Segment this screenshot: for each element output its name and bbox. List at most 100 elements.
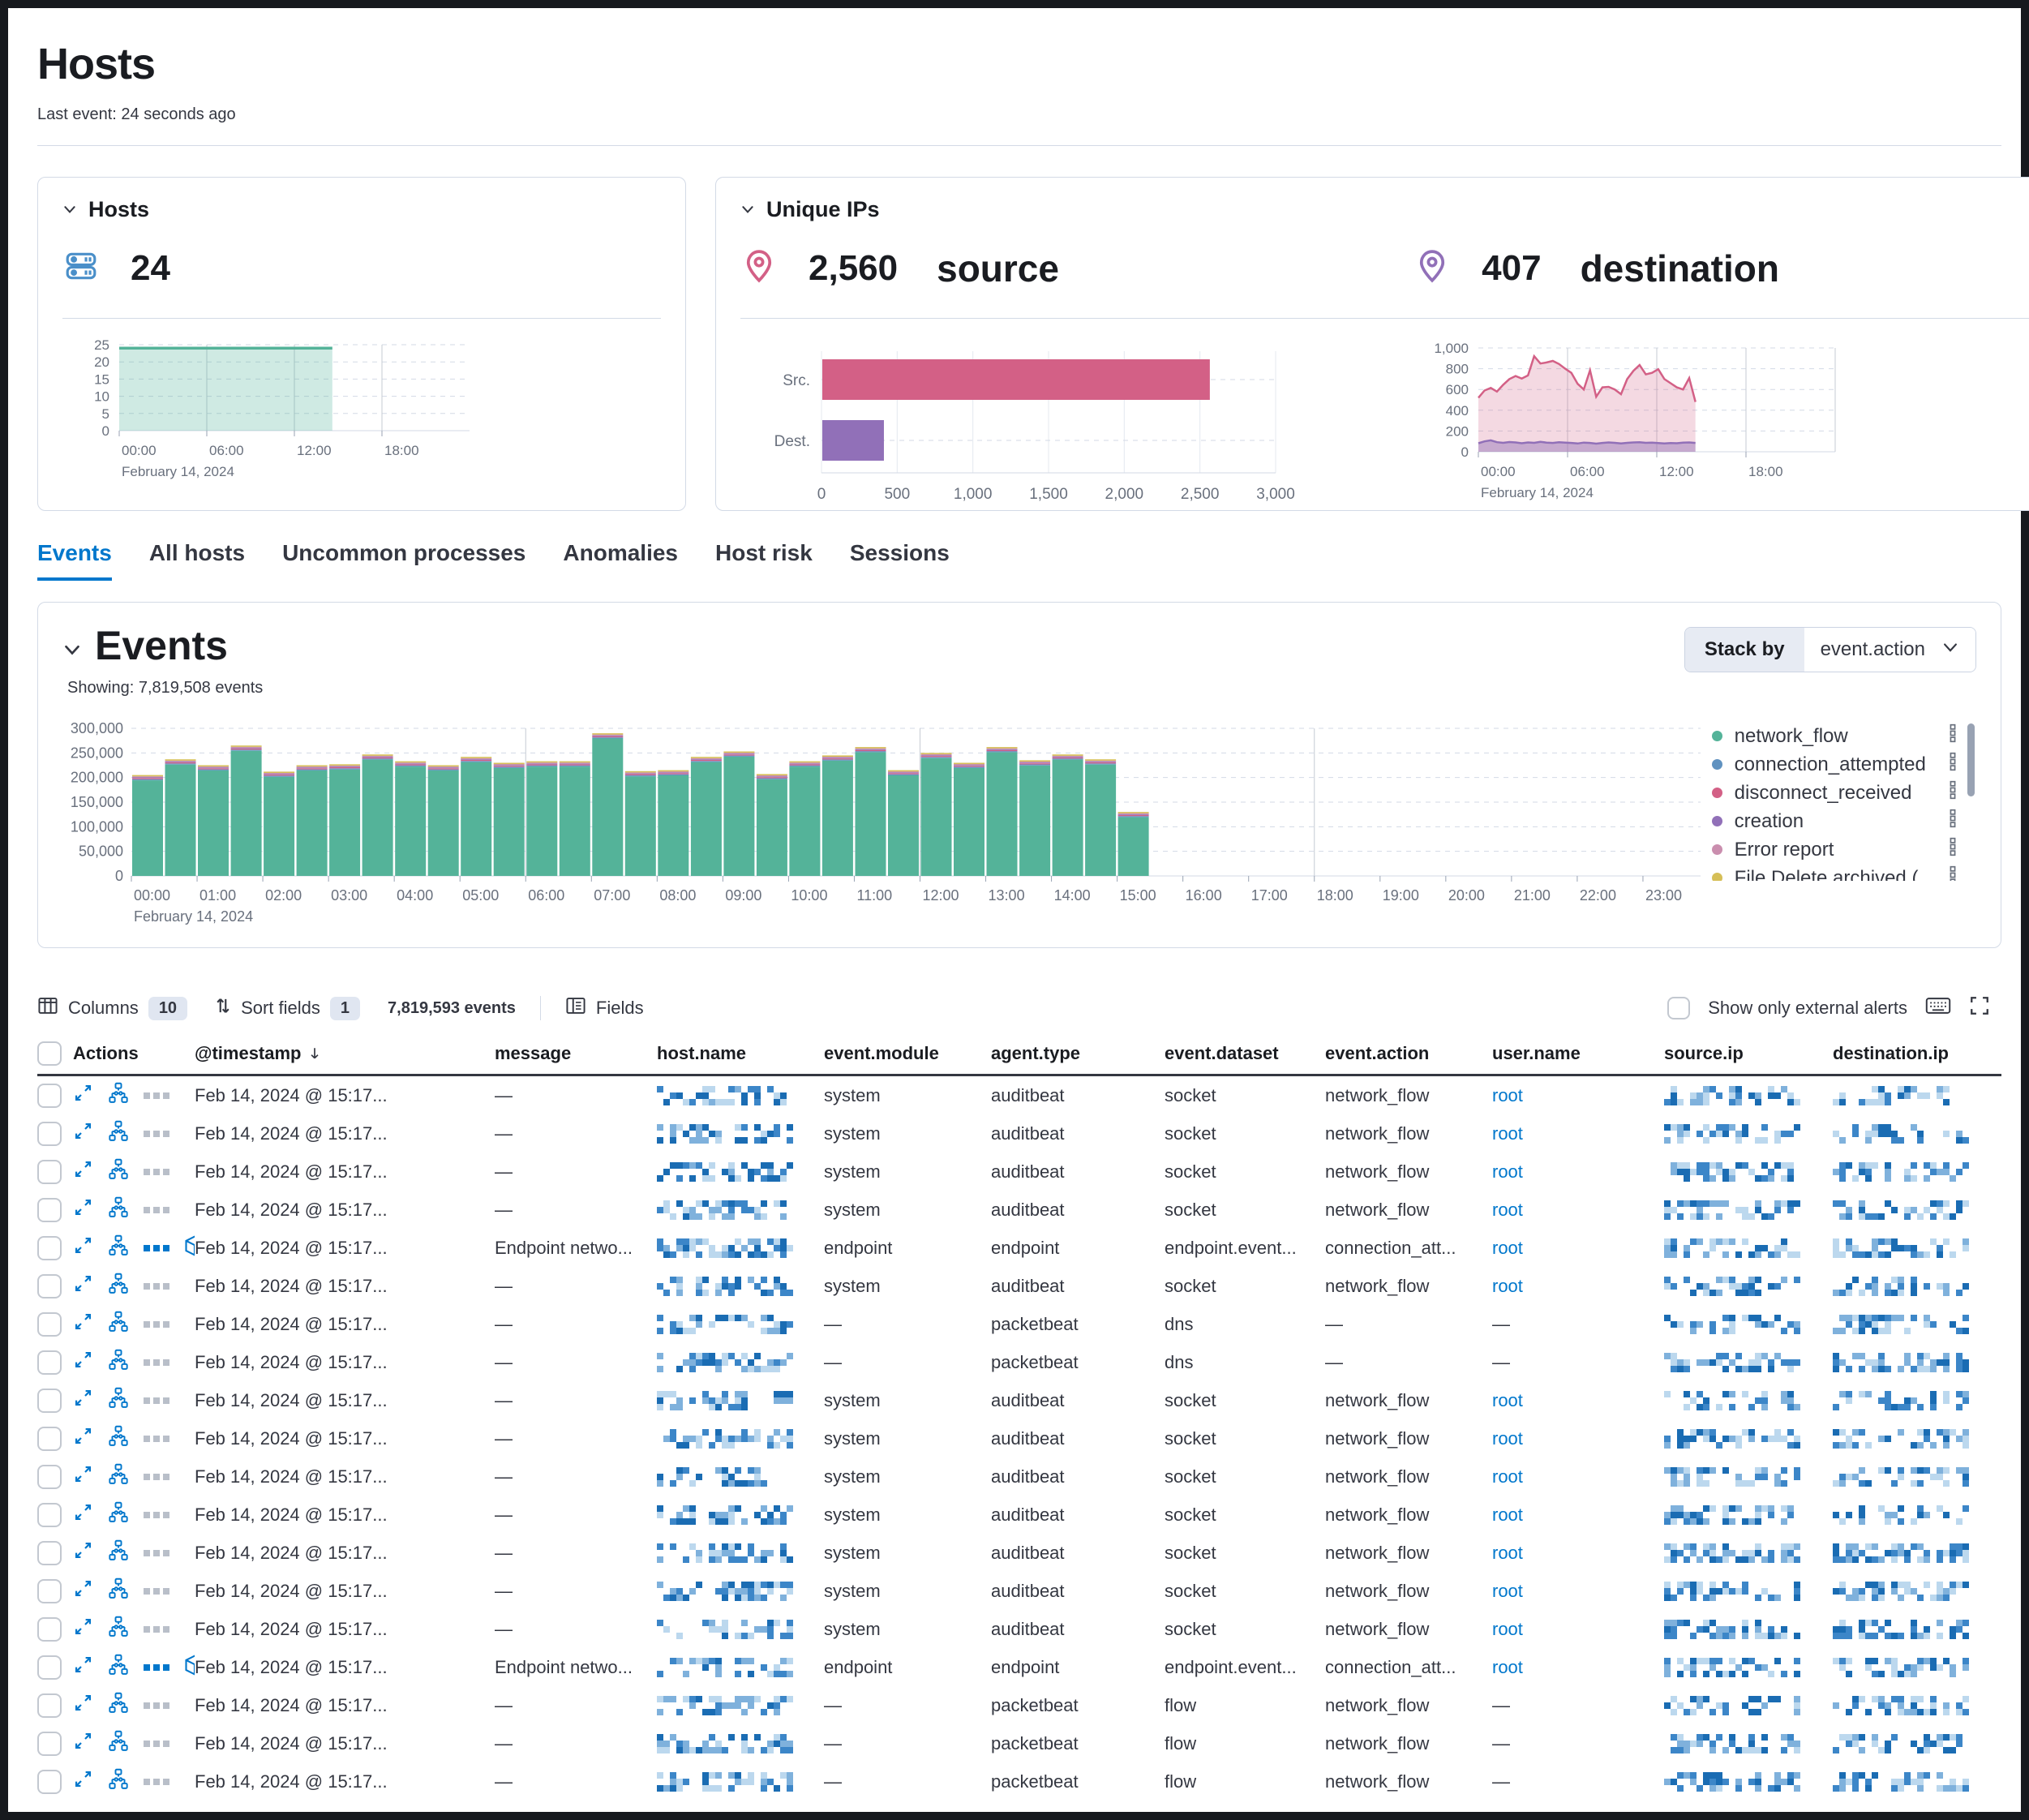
- sort-fields-button[interactable]: Sort fields 1: [215, 995, 360, 1021]
- redacted-value[interactable]: [1664, 1581, 1807, 1602]
- redacted-value[interactable]: [657, 1238, 800, 1259]
- fullscreen-icon[interactable]: [1969, 995, 1990, 1021]
- more-actions-icon[interactable]: [144, 1474, 169, 1480]
- destination-ip-cell[interactable]: [1833, 1466, 1984, 1487]
- legend-more-icon[interactable]: [1947, 809, 1958, 834]
- timestamp-cell[interactable]: Feb 14, 2024 @ 15:17...: [195, 1390, 495, 1411]
- row-checkbox[interactable]: [37, 1198, 62, 1222]
- redacted-value[interactable]: [1664, 1733, 1807, 1754]
- redacted-value[interactable]: [657, 1657, 800, 1678]
- legend-item[interactable]: disconnect_received: [1712, 779, 1958, 807]
- expand-icon[interactable]: [73, 1502, 93, 1527]
- user-name-cell[interactable]: —: [1492, 1733, 1664, 1754]
- expand-icon[interactable]: [73, 1731, 93, 1756]
- host-name-cell[interactable]: [657, 1656, 824, 1678]
- host-name-cell[interactable]: [657, 1351, 824, 1373]
- analyze-event-icon[interactable]: [107, 1120, 130, 1148]
- col-event-module[interactable]: event.module: [824, 1043, 991, 1064]
- row-checkbox[interactable]: [37, 1541, 62, 1565]
- host-name-cell[interactable]: [657, 1313, 824, 1335]
- redacted-value[interactable]: [657, 1428, 800, 1449]
- redacted-value[interactable]: [1833, 1238, 1975, 1259]
- redacted-value[interactable]: [657, 1314, 800, 1335]
- user-name-cell[interactable]: root: [1492, 1657, 1664, 1678]
- redacted-value[interactable]: [657, 1543, 800, 1564]
- analyze-event-icon[interactable]: [107, 1349, 130, 1376]
- redacted-value[interactable]: [657, 1276, 800, 1297]
- user-name-cell[interactable]: —: [1492, 1314, 1664, 1335]
- redacted-value[interactable]: [1664, 1314, 1807, 1335]
- row-checkbox[interactable]: [37, 1236, 62, 1260]
- redacted-value[interactable]: [1833, 1771, 1975, 1792]
- destination-ip-cell[interactable]: [1833, 1656, 1984, 1678]
- row-checkbox[interactable]: [37, 1655, 62, 1680]
- more-actions-icon[interactable]: [144, 1245, 169, 1251]
- redacted-value[interactable]: [657, 1695, 800, 1716]
- timestamp-cell[interactable]: Feb 14, 2024 @ 15:17...: [195, 1352, 495, 1373]
- redacted-value[interactable]: [1833, 1123, 1975, 1144]
- host-name-cell[interactable]: [657, 1084, 824, 1106]
- more-actions-icon[interactable]: [144, 1169, 169, 1175]
- host-name-cell[interactable]: [657, 1427, 824, 1449]
- col-message[interactable]: message: [495, 1043, 657, 1064]
- source-ip-cell[interactable]: [1664, 1694, 1833, 1716]
- redacted-value[interactable]: [1664, 1619, 1807, 1640]
- destination-ip-cell[interactable]: [1833, 1275, 1984, 1297]
- more-actions-icon[interactable]: [144, 1664, 169, 1671]
- legend-item[interactable]: Error report: [1712, 835, 1958, 864]
- source-ip-cell[interactable]: [1664, 1580, 1833, 1602]
- analyze-event-icon[interactable]: [107, 1768, 130, 1796]
- destination-ip-cell[interactable]: [1833, 1351, 1984, 1373]
- source-ip-cell[interactable]: [1664, 1389, 1833, 1411]
- analyze-event-icon[interactable]: [107, 1234, 130, 1262]
- destination-ip-cell[interactable]: [1833, 1237, 1984, 1259]
- more-actions-icon[interactable]: [144, 1321, 169, 1328]
- source-ip-cell[interactable]: [1664, 1656, 1833, 1678]
- analyze-event-icon[interactable]: [107, 1463, 130, 1491]
- keyboard-icon[interactable]: [1925, 995, 1951, 1021]
- analyze-event-icon[interactable]: [107, 1311, 130, 1338]
- user-name-cell[interactable]: root: [1492, 1619, 1664, 1640]
- row-checkbox[interactable]: [37, 1770, 62, 1794]
- destination-ip-cell[interactable]: [1833, 1542, 1984, 1564]
- redacted-value[interactable]: [657, 1505, 800, 1526]
- expand-icon[interactable]: [73, 1655, 93, 1680]
- redacted-value[interactable]: [1833, 1161, 1975, 1183]
- timestamp-cell[interactable]: Feb 14, 2024 @ 15:17...: [195, 1619, 495, 1640]
- analyze-event-icon[interactable]: [107, 1730, 130, 1758]
- more-actions-icon[interactable]: [144, 1359, 169, 1366]
- more-actions-icon[interactable]: [144, 1092, 169, 1099]
- redacted-value[interactable]: [1664, 1771, 1807, 1792]
- analyze-event-icon[interactable]: [107, 1158, 130, 1186]
- user-name-cell[interactable]: root: [1492, 1085, 1664, 1106]
- expand-icon[interactable]: [73, 1769, 93, 1794]
- user-name-cell[interactable]: —: [1492, 1352, 1664, 1373]
- user-name-cell[interactable]: root: [1492, 1428, 1664, 1449]
- source-ip-cell[interactable]: [1664, 1466, 1833, 1487]
- host-name-cell[interactable]: [657, 1580, 824, 1602]
- legend-more-icon[interactable]: [1947, 837, 1958, 862]
- row-checkbox[interactable]: [37, 1274, 62, 1298]
- user-name-cell[interactable]: root: [1492, 1238, 1664, 1259]
- user-name-cell[interactable]: —: [1492, 1695, 1664, 1716]
- destination-ip-cell[interactable]: [1833, 1389, 1984, 1411]
- row-checkbox[interactable]: [37, 1579, 62, 1603]
- columns-button[interactable]: Columns 10: [37, 995, 187, 1021]
- host-name-cell[interactable]: [657, 1694, 824, 1716]
- col-host-name[interactable]: host.name: [657, 1043, 824, 1064]
- user-name-cell[interactable]: root: [1492, 1466, 1664, 1487]
- row-checkbox[interactable]: [37, 1122, 62, 1146]
- redacted-value[interactable]: [1664, 1238, 1807, 1259]
- col-source-ip[interactable]: source.ip: [1664, 1043, 1833, 1064]
- legend-scrollbar[interactable]: [1967, 723, 1975, 796]
- more-actions-icon[interactable]: [144, 1550, 169, 1556]
- analyze-event-icon[interactable]: [107, 1082, 130, 1110]
- redacted-value[interactable]: [1833, 1390, 1975, 1411]
- timestamp-cell[interactable]: Feb 14, 2024 @ 15:17...: [195, 1505, 495, 1526]
- col-event-action[interactable]: event.action: [1325, 1043, 1492, 1064]
- source-ip-cell[interactable]: [1664, 1084, 1833, 1106]
- redacted-value[interactable]: [657, 1200, 800, 1221]
- more-actions-icon[interactable]: [144, 1512, 169, 1518]
- destination-ip-cell[interactable]: [1833, 1771, 1984, 1792]
- redacted-value[interactable]: [1664, 1505, 1807, 1526]
